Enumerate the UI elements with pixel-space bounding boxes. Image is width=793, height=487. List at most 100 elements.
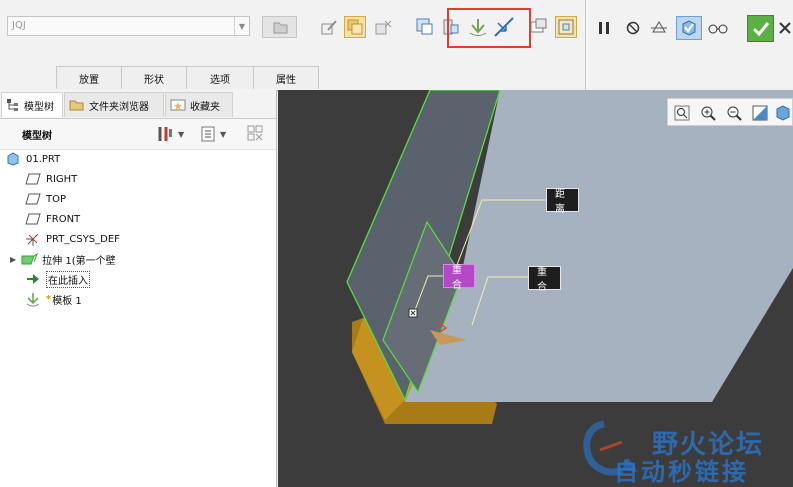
zoom-in-icon	[701, 106, 716, 121]
tab-properties[interactable]: 属性	[253, 66, 319, 89]
tree-structure-icon	[7, 99, 18, 111]
option-a-button[interactable]	[528, 16, 550, 38]
tree-item-label: TOP	[46, 193, 67, 205]
callout-coincident-active[interactable]: 重合	[443, 264, 475, 291]
datum-plane-icon	[24, 211, 42, 227]
zoom-out-icon	[727, 106, 742, 121]
glasses-button[interactable]	[707, 17, 729, 39]
preview-icon	[651, 21, 667, 33]
datum-plane-icon	[24, 191, 42, 207]
chevron-down-icon[interactable]: ▼	[234, 17, 249, 35]
tab-favorites[interactable]: 收藏夹	[165, 92, 233, 117]
tab-label: 文件夹浏览器	[89, 101, 149, 113]
coordinate-system-icon	[24, 231, 42, 247]
extrude-icon	[20, 251, 39, 267]
reference-plane-button[interactable]	[344, 16, 366, 38]
tree-item-part[interactable]: 01.PRT	[4, 149, 60, 169]
offset-surface-icon	[416, 18, 433, 35]
zoom-in-button[interactable]	[698, 103, 718, 123]
callout-coincident[interactable]: 重合	[528, 266, 561, 293]
no-entry-button[interactable]	[622, 17, 644, 39]
tree-item-top[interactable]: TOP	[24, 189, 66, 209]
watermark-subtitle: 自动秒链接	[614, 458, 749, 486]
callout-distance[interactable]: 距离	[546, 188, 579, 215]
zoom-fit-button[interactable]	[672, 103, 692, 123]
tree-header-title: 模型树	[22, 131, 52, 142]
option-b-button[interactable]	[555, 16, 577, 38]
tree-item-right[interactable]: RIGHT	[24, 169, 77, 189]
view-toolbar	[667, 98, 793, 126]
tree-item-label: 01.PRT	[26, 153, 61, 165]
list-icon	[201, 126, 215, 142]
folder-browser-icon	[69, 100, 84, 111]
tab-label: 放置	[79, 74, 99, 86]
repaint-icon	[752, 105, 768, 121]
tab-model-tree[interactable]: 模型树	[1, 92, 63, 117]
glasses-icon	[708, 24, 728, 34]
display-style-button[interactable]	[774, 103, 792, 123]
expand-arrow-icon[interactable]: ▶	[10, 255, 16, 264]
tree-item-csys[interactable]: PRT_CSYS_DEF	[24, 229, 120, 249]
verify-icon	[682, 20, 696, 36]
repaint-button[interactable]	[750, 103, 770, 123]
confirm-button[interactable]	[747, 15, 774, 42]
tree-item-template[interactable]: * 模板 1	[24, 289, 82, 309]
edit-sketch-icon	[321, 20, 337, 35]
tab-label: 模型树	[24, 101, 54, 113]
tab-label: 选项	[210, 74, 230, 86]
reference-plane-icon	[347, 19, 363, 35]
tree-item-label: RIGHT	[46, 173, 78, 185]
toolbar-divider	[585, 0, 586, 90]
filter-grid-icon	[247, 125, 263, 141]
reference-combo[interactable]: JQJ ▼	[7, 16, 250, 36]
tab-shape[interactable]: 形状	[121, 66, 187, 89]
flip-icon	[375, 20, 392, 35]
tree-columns-button[interactable]: ▼	[200, 124, 236, 144]
display-style-icon	[776, 105, 790, 121]
tree-settings-button[interactable]: ▼	[156, 124, 192, 144]
chevron-down-icon[interactable]: ▼	[220, 130, 226, 139]
cancel-button[interactable]	[777, 17, 793, 39]
flip-button[interactable]	[372, 17, 394, 39]
reference-combo-value: JQJ	[12, 20, 26, 31]
datum-plane-icon	[24, 171, 42, 187]
tree-item-label: 模板 1	[52, 295, 82, 307]
zoom-out-button[interactable]	[724, 103, 744, 123]
tab-label: 收藏夹	[190, 101, 220, 113]
in-progress-asterisk-icon: *	[46, 293, 52, 305]
tree-item-front[interactable]: FRONT	[24, 209, 80, 229]
callout-label: 重合	[452, 265, 462, 291]
template-feature-icon	[24, 291, 42, 307]
option-b-icon	[558, 19, 574, 35]
tree-item-label: 拉伸 1(第一个壁	[42, 255, 116, 267]
tab-folder-browser[interactable]: 文件夹浏览器	[64, 92, 164, 117]
tab-options[interactable]: 选项	[186, 66, 254, 89]
favorites-icon	[170, 99, 186, 111]
chevron-down-icon[interactable]: ▼	[178, 130, 184, 139]
tree-filter-button[interactable]	[246, 124, 266, 144]
option-a-icon	[530, 18, 547, 33]
folder-icon	[273, 22, 288, 34]
preview-button[interactable]	[648, 17, 670, 39]
tree-header: 模型树 ▼ ▼	[0, 119, 276, 150]
tree-item-label: FRONT	[46, 213, 81, 225]
tree-item-extrude[interactable]: ▶ 拉伸 1(第一个壁	[10, 249, 116, 269]
part-icon	[4, 151, 22, 167]
pause-button[interactable]	[593, 17, 615, 39]
tab-label: 属性	[276, 74, 296, 86]
tab-placement[interactable]: 放置	[56, 66, 122, 89]
confirm-checkmark-icon	[752, 21, 769, 36]
open-folder-button[interactable]	[262, 16, 297, 38]
tools-icon	[158, 127, 172, 141]
ribbon-toolbar: JQJ ▼ 放置 形状 选项 属性	[0, 0, 793, 91]
tree-item-insert-here[interactable]: 在此插入	[24, 269, 90, 289]
no-entry-icon	[626, 21, 640, 35]
panel-tab-strip: 模型树 文件夹浏览器 收藏夹	[0, 90, 276, 119]
verify-button[interactable]	[676, 16, 702, 40]
pause-icon	[599, 22, 609, 34]
insert-here-arrow-icon	[24, 271, 42, 287]
edit-sketch-button[interactable]	[318, 17, 340, 39]
offset-surface-button[interactable]	[414, 16, 436, 38]
tree-item-label: PRT_CSYS_DEF	[46, 233, 120, 245]
callout-label: 重合	[537, 267, 547, 293]
